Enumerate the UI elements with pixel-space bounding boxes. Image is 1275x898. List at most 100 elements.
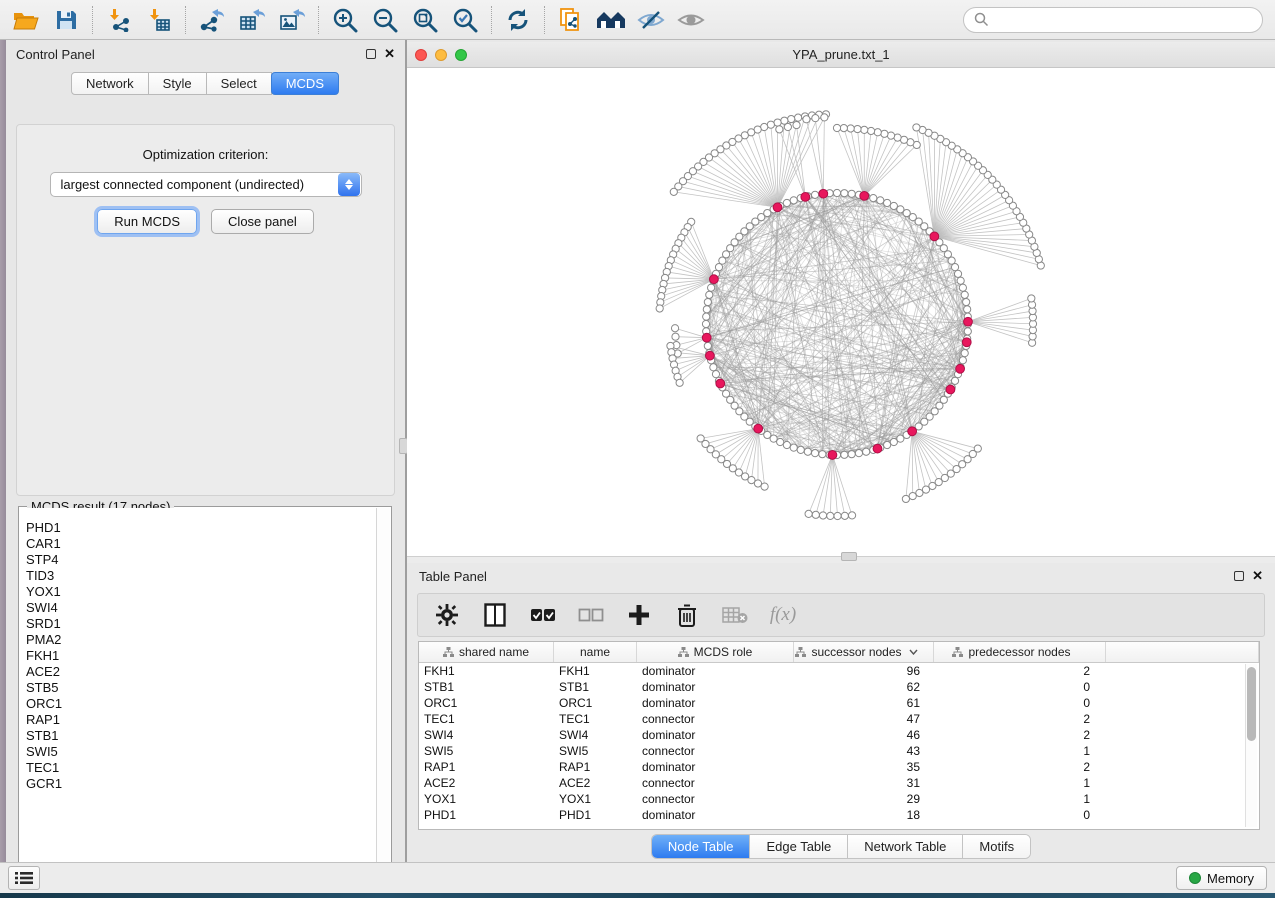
table-cell[interactable]: 2 <box>934 760 1106 774</box>
table-cell[interactable]: FKH1 <box>419 664 554 678</box>
import-table-button[interactable] <box>139 3 179 37</box>
list-item[interactable]: STB5 <box>26 680 376 696</box>
tab-network[interactable]: Network <box>71 72 149 95</box>
search-field[interactable] <box>963 7 1263 33</box>
table-cell[interactable]: RAP1 <box>554 760 637 774</box>
import-network-button[interactable] <box>99 3 139 37</box>
table-row[interactable]: PHD1PHD1dominator180 <box>419 807 1259 823</box>
memory-button[interactable]: Memory <box>1176 866 1267 890</box>
table-cell[interactable]: YOX1 <box>554 792 637 806</box>
table-cell[interactable]: FKH1 <box>554 664 637 678</box>
list-item[interactable]: PMA2 <box>26 632 376 648</box>
table-cell[interactable]: STB1 <box>419 680 554 694</box>
table-cell[interactable]: dominator <box>637 760 794 774</box>
tab-mcds[interactable]: MCDS <box>271 72 339 95</box>
table-cell[interactable]: dominator <box>637 664 794 678</box>
show-all-button[interactable] <box>671 3 711 37</box>
table-row[interactable]: ACE2ACE2connector311 <box>419 775 1259 791</box>
tab-select[interactable]: Select <box>206 72 272 95</box>
divider-drag-handle[interactable] <box>841 552 857 561</box>
table-row[interactable]: SWI5SWI5connector431 <box>419 743 1259 759</box>
export-table-button[interactable] <box>232 3 272 37</box>
float-panel-icon[interactable] <box>1234 571 1244 581</box>
table-cell[interactable]: ACE2 <box>554 776 637 790</box>
refresh-button[interactable] <box>498 3 538 37</box>
table-cell[interactable]: connector <box>637 792 794 806</box>
table-cell[interactable]: PHD1 <box>419 808 554 822</box>
table-row[interactable]: SWI4SWI4dominator462 <box>419 727 1259 743</box>
table-cell[interactable]: YOX1 <box>419 792 554 806</box>
table-cell[interactable]: ORC1 <box>419 696 554 710</box>
delete-column-button[interactable] <box>674 602 700 628</box>
table-cell[interactable]: dominator <box>637 680 794 694</box>
table-cell[interactable]: 61 <box>794 696 934 710</box>
table-cell[interactable]: SWI5 <box>419 744 554 758</box>
mcds-list-scrollbar[interactable] <box>376 508 390 876</box>
open-file-button[interactable] <box>6 3 46 37</box>
table-cell[interactable]: ORC1 <box>554 696 637 710</box>
table-settings-button[interactable] <box>434 602 460 628</box>
table-cell[interactable]: 47 <box>794 712 934 726</box>
zoom-in-button[interactable] <box>325 3 365 37</box>
table-cell[interactable]: 46 <box>794 728 934 742</box>
deselect-all-columns-button[interactable] <box>578 602 604 628</box>
list-item[interactable]: SRD1 <box>26 616 376 632</box>
table-cell[interactable]: SWI4 <box>554 728 637 742</box>
zoom-fit-button[interactable] <box>405 3 445 37</box>
table-cell[interactable]: RAP1 <box>419 760 554 774</box>
table-cell[interactable]: 2 <box>934 664 1106 678</box>
column-header-shared-name[interactable]: shared name <box>419 642 554 662</box>
table-cell[interactable]: 1 <box>934 792 1106 806</box>
list-item[interactable]: TID3 <box>26 568 376 584</box>
select-all-columns-button[interactable] <box>530 602 556 628</box>
table-cell[interactable]: TEC1 <box>419 712 554 726</box>
run-mcds-button[interactable]: Run MCDS <box>97 209 197 234</box>
tab-motifs[interactable]: Motifs <box>962 835 1030 858</box>
zoom-selected-button[interactable] <box>445 3 485 37</box>
list-item[interactable]: SWI4 <box>26 600 376 616</box>
table-cell[interactable]: connector <box>637 776 794 790</box>
table-cell[interactable]: dominator <box>637 728 794 742</box>
close-panel-button[interactable]: Close panel <box>211 209 314 234</box>
optimization-criterion-select[interactable]: largest connected component (undirected) <box>50 172 362 197</box>
table-cell[interactable]: 0 <box>934 696 1106 710</box>
list-item[interactable]: TEC1 <box>26 760 376 776</box>
table-cell[interactable]: dominator <box>637 808 794 822</box>
table-cell[interactable]: ACE2 <box>419 776 554 790</box>
task-history-button[interactable] <box>8 866 40 890</box>
column-header-predecessor-nodes[interactable]: predecessor nodes <box>934 642 1106 662</box>
table-cell[interactable]: connector <box>637 712 794 726</box>
table-cell[interactable]: 2 <box>934 712 1106 726</box>
table-cell[interactable]: connector <box>637 744 794 758</box>
table-row[interactable]: TEC1TEC1connector472 <box>419 711 1259 727</box>
table-cell[interactable]: STB1 <box>554 680 637 694</box>
table-cell[interactable]: PHD1 <box>554 808 637 822</box>
export-image-button[interactable] <box>272 3 312 37</box>
network-canvas[interactable] <box>407 68 1275 556</box>
table-row[interactable]: RAP1RAP1dominator352 <box>419 759 1259 775</box>
table-cell[interactable]: 1 <box>934 744 1106 758</box>
list-item[interactable]: GCR1 <box>26 776 376 792</box>
table-row[interactable]: STB1STB1dominator620 <box>419 679 1259 695</box>
mcds-result-list[interactable]: PHD1CAR1STP4TID3YOX1SWI4SRD1PMA2FKH1ACE2… <box>20 508 376 876</box>
list-item[interactable]: ORC1 <box>26 696 376 712</box>
table-cell[interactable]: 0 <box>934 680 1106 694</box>
show-column-button[interactable] <box>482 602 508 628</box>
close-panel-icon[interactable]: ✕ <box>384 49 395 59</box>
table-cell[interactable]: 31 <box>794 776 934 790</box>
table-cell[interactable]: TEC1 <box>554 712 637 726</box>
create-column-button[interactable] <box>626 602 652 628</box>
list-item[interactable]: PHD1 <box>26 520 376 536</box>
table-cell[interactable]: 96 <box>794 664 934 678</box>
tab-network-table[interactable]: Network Table <box>847 835 962 858</box>
table-cell[interactable]: 0 <box>934 808 1106 822</box>
list-item[interactable]: RAP1 <box>26 712 376 728</box>
column-header-successor-nodes[interactable]: successor nodes <box>794 642 934 662</box>
list-item[interactable]: ACE2 <box>26 664 376 680</box>
list-item[interactable]: STB1 <box>26 728 376 744</box>
list-item[interactable]: SWI5 <box>26 744 376 760</box>
first-neighbors-button[interactable] <box>591 3 631 37</box>
column-header-mcds-role[interactable]: MCDS role <box>637 642 794 662</box>
column-header-name[interactable]: name <box>554 642 637 662</box>
table-cell[interactable]: 29 <box>794 792 934 806</box>
